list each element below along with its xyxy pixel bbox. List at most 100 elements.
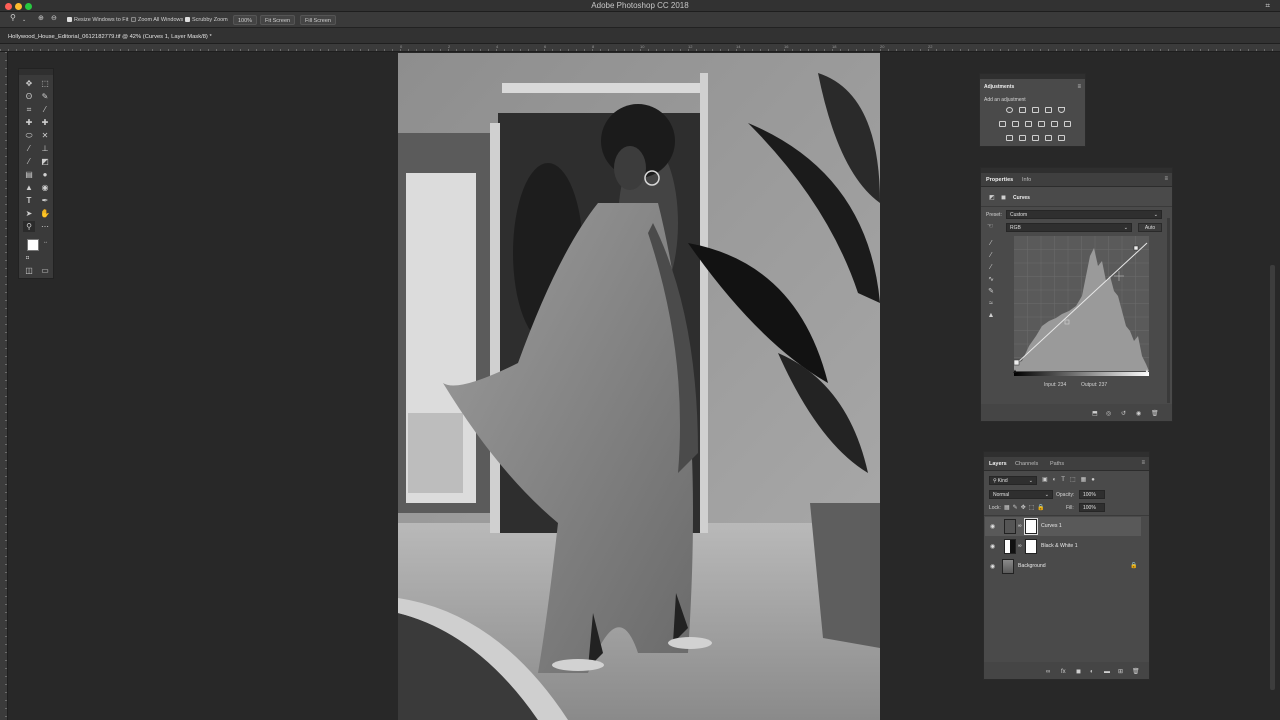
smooth-curve-icon[interactable]: ≈ xyxy=(987,300,995,308)
channel-select[interactable]: RGB ⌄ xyxy=(1006,223,1132,232)
hand-tool-icon[interactable]: ✋ xyxy=(39,208,51,219)
layer-row-black-white[interactable]: ◉ ∞ Black & White 1 xyxy=(985,537,1141,556)
photo-filter-icon[interactable] xyxy=(1038,121,1045,127)
white-point-eyedropper-icon[interactable]: ⁄ xyxy=(987,264,995,272)
posterize-icon[interactable] xyxy=(1019,135,1026,141)
vertical-ruler[interactable] xyxy=(0,52,8,720)
tool-preset-dropdown[interactable]: ⌄ xyxy=(22,15,26,25)
selective-color-icon[interactable] xyxy=(1058,135,1065,141)
lock-options-icons[interactable]: ▦✎✥⬚🔒 xyxy=(1004,504,1048,511)
zoom-100-button[interactable]: 100% xyxy=(233,15,258,25)
pencil-draw-icon[interactable]: ✎ xyxy=(987,288,995,296)
patch-tool-icon[interactable]: ✚ xyxy=(39,117,51,128)
delete-layer-icon[interactable]: 🗑 xyxy=(1132,668,1140,675)
pen-tool-icon[interactable]: ✒ xyxy=(39,195,51,206)
panel-arrange-icon[interactable]: ⌗ xyxy=(1265,1,1270,11)
on-image-adjust-icon[interactable]: ☜ xyxy=(987,222,993,230)
fx-icon[interactable]: fx xyxy=(1061,669,1066,675)
horizontal-ruler[interactable]: 0 2 4 6 8 10 12 14 16 18 20 22 xyxy=(0,44,1280,52)
clipping-warning-icon[interactable]: ▲ xyxy=(987,312,995,320)
eraser-tool-icon[interactable]: ◩ xyxy=(39,156,51,167)
layer-mask-thumbnail[interactable] xyxy=(1025,539,1037,554)
opacity-input[interactable]: 100% xyxy=(1079,490,1105,499)
black-point-eyedropper-icon[interactable]: ⁄ xyxy=(987,240,995,248)
quick-mask-icon[interactable]: ◫ xyxy=(23,265,35,276)
preset-select[interactable]: Custom ⌄ xyxy=(1006,210,1162,219)
gradient-tool-icon[interactable]: ▤ xyxy=(23,169,35,180)
clip-to-layer-icon[interactable]: ⬒ xyxy=(1092,410,1098,417)
tab-info[interactable]: Info xyxy=(1022,177,1031,183)
zoom-all-windows-checkbox[interactable]: Zoom All Windows xyxy=(131,15,183,25)
white-slider-icon[interactable]: ▲ xyxy=(1144,369,1150,375)
channel-mixer-icon[interactable] xyxy=(1051,121,1058,127)
brightness-icon[interactable] xyxy=(1006,107,1013,113)
new-adjustment-layer-icon[interactable]: ◐ xyxy=(1090,669,1094,675)
invert-icon[interactable] xyxy=(1006,135,1013,141)
color-lookup-icon[interactable] xyxy=(1064,121,1071,127)
screen-mode-icon[interactable]: ▭ xyxy=(39,265,51,276)
delete-adjustment-icon[interactable]: 🗑 xyxy=(1151,410,1159,417)
eyedropper-tool-icon[interactable]: ⁄ xyxy=(39,104,51,115)
visibility-eye-icon[interactable]: ◉ xyxy=(990,543,995,550)
reset-icon[interactable]: ↺ xyxy=(1121,410,1126,417)
content-aware-move-tool-icon[interactable]: ✕ xyxy=(39,130,51,141)
levels-icon[interactable] xyxy=(1019,107,1026,113)
mask-icon[interactable]: ◼ xyxy=(1001,194,1006,201)
layers-menu-icon[interactable]: ≡ xyxy=(1141,460,1145,466)
new-layer-icon[interactable]: ⊞ xyxy=(1118,668,1123,675)
history-brush-tool-icon[interactable]: ⁄ xyxy=(23,156,35,167)
new-group-icon[interactable]: ▬ xyxy=(1104,669,1110,675)
blend-mode-select[interactable]: Normal ⌄ xyxy=(989,490,1053,499)
curves-adjust-icon[interactable] xyxy=(1032,107,1039,113)
curves-graph[interactable] xyxy=(1013,236,1149,371)
toolbox-grip[interactable] xyxy=(19,69,53,75)
adjustments-menu-icon[interactable]: ≡ xyxy=(1077,84,1081,90)
vibrance-icon[interactable] xyxy=(1058,107,1065,113)
layer-filter-icons[interactable]: ▣◐T⬚▦● xyxy=(1042,476,1142,485)
type-tool-icon[interactable]: T xyxy=(23,195,35,206)
document-image[interactable] xyxy=(398,53,880,720)
move-tool-icon[interactable]: ✥ xyxy=(23,78,35,89)
sponge-tool-icon[interactable]: ◉ xyxy=(39,182,51,193)
hue-saturation-icon[interactable] xyxy=(999,121,1006,127)
layer-row-curves[interactable]: ◉ ∞ Curves 1 xyxy=(985,517,1141,536)
tab-layers[interactable]: Layers xyxy=(989,461,1007,467)
tab-paths[interactable]: Paths xyxy=(1050,461,1064,467)
crop-tool-icon[interactable]: ⌗ xyxy=(23,104,35,115)
auto-button[interactable]: Auto xyxy=(1138,223,1162,232)
visibility-icon[interactable]: ◉ xyxy=(1136,410,1141,417)
document-tab[interactable]: Hollywood_House_Editorial_0612182779.tif… xyxy=(8,30,212,44)
exposure-icon[interactable] xyxy=(1045,107,1052,113)
view-previous-icon[interactable]: ◎ xyxy=(1106,410,1111,417)
fill-input[interactable]: 100% xyxy=(1079,503,1105,512)
blur-tool-icon[interactable]: ● xyxy=(39,169,51,180)
link-icon[interactable]: ∞ xyxy=(1018,543,1022,549)
quick-select-tool-icon[interactable]: ✎ xyxy=(39,91,51,102)
ellipse-tool-icon[interactable]: ⬭ xyxy=(23,130,35,141)
more-tools-icon[interactable]: ⋯ xyxy=(39,221,51,232)
gray-point-eyedropper-icon[interactable]: ⁄ xyxy=(987,252,995,260)
fit-screen-button[interactable]: Fit Screen xyxy=(260,15,296,25)
link-icon[interactable]: ∞ xyxy=(1018,523,1022,529)
scrubby-zoom-checkbox[interactable]: Scrubby Zoom xyxy=(185,15,228,25)
gradient-map-icon[interactable] xyxy=(1045,135,1052,141)
threshold-icon[interactable] xyxy=(1032,135,1039,141)
stamp-tool-icon[interactable]: ⊥ xyxy=(39,143,51,154)
link-layers-icon[interactable]: ∞ xyxy=(1046,669,1050,675)
healing-brush-tool-icon[interactable]: ✚ xyxy=(23,117,35,128)
color-balance-icon[interactable] xyxy=(1012,121,1019,127)
zoom-in-icon[interactable]: ⊕ xyxy=(38,14,44,24)
add-mask-icon[interactable]: ◼ xyxy=(1076,668,1081,675)
zoom-out-icon[interactable]: ⊖ xyxy=(51,14,57,24)
visibility-eye-icon[interactable]: ◉ xyxy=(990,563,995,570)
default-colors-icon[interactable]: ◘ xyxy=(26,255,29,261)
kind-filter-select[interactable]: ⚲Kind ⌄ xyxy=(989,476,1037,485)
zoom-tool-active-icon[interactable]: ⚲ xyxy=(23,221,35,232)
tab-properties[interactable]: Properties xyxy=(986,177,1013,183)
foreground-color-swatch[interactable] xyxy=(27,239,39,251)
vertical-scrollbar[interactable] xyxy=(1270,265,1275,690)
properties-scrollbar[interactable] xyxy=(1167,218,1170,403)
layer-mask-thumbnail[interactable] xyxy=(1024,518,1038,535)
visibility-eye-icon[interactable]: ◉ xyxy=(990,523,995,530)
black-slider-icon[interactable]: ▲ xyxy=(1012,369,1018,375)
